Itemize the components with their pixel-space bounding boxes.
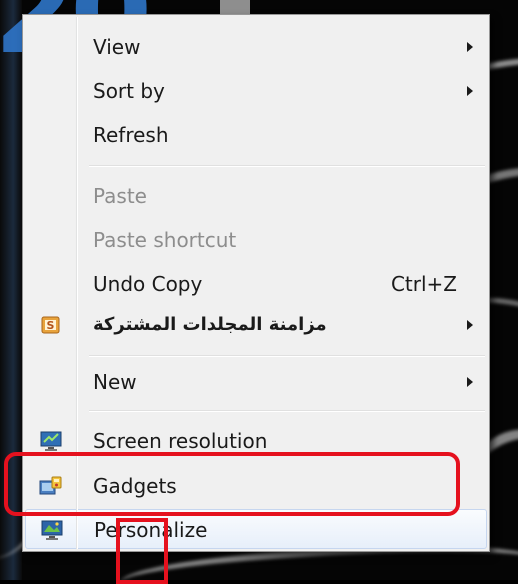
menu-separator bbox=[89, 165, 485, 166]
svg-text:S: S bbox=[47, 319, 55, 332]
menu-item-refresh[interactable]: Refresh bbox=[25, 115, 487, 155]
menu-item-undo-copy[interactable]: Undo Copy Ctrl+Z bbox=[25, 264, 487, 304]
menu-item-label: New bbox=[93, 370, 137, 394]
menu-item-sync-shared-folders[interactable]: S مزامنة المجلدات المشتركة bbox=[25, 305, 487, 345]
menu-item-label: Undo Copy bbox=[93, 272, 203, 296]
menu-item-new[interactable]: New bbox=[25, 362, 487, 402]
sharepoint-sync-icon: S bbox=[39, 313, 63, 337]
menu-separator bbox=[89, 355, 485, 356]
menu-item-sort-by[interactable]: Sort by bbox=[25, 71, 487, 111]
menu-item-view[interactable]: View bbox=[25, 27, 487, 67]
screen-resolution-icon bbox=[39, 429, 63, 453]
submenu-arrow-icon bbox=[467, 86, 473, 96]
menu-separator bbox=[89, 410, 485, 411]
cursor-highlight-annotation bbox=[116, 518, 168, 584]
menu-item-paste-shortcut[interactable]: Paste shortcut bbox=[25, 220, 487, 260]
submenu-arrow-icon bbox=[467, 42, 473, 52]
submenu-arrow-icon bbox=[467, 320, 473, 330]
menu-item-label: View bbox=[93, 35, 141, 59]
personalize-icon bbox=[40, 518, 64, 542]
menu-item-label: Sort by bbox=[93, 79, 165, 103]
menu-item-label: Paste shortcut bbox=[93, 228, 237, 252]
menu-item-label: مزامنة المجلدات المشتركة bbox=[93, 314, 327, 335]
menu-item-shortcut: Ctrl+Z bbox=[390, 272, 457, 296]
menu-item-label: Refresh bbox=[93, 123, 169, 147]
menu-item-label: Paste bbox=[93, 184, 147, 208]
submenu-arrow-icon bbox=[467, 377, 473, 387]
menu-item-paste[interactable]: Paste bbox=[25, 176, 487, 216]
gadgets-highlight-annotation bbox=[4, 452, 460, 516]
